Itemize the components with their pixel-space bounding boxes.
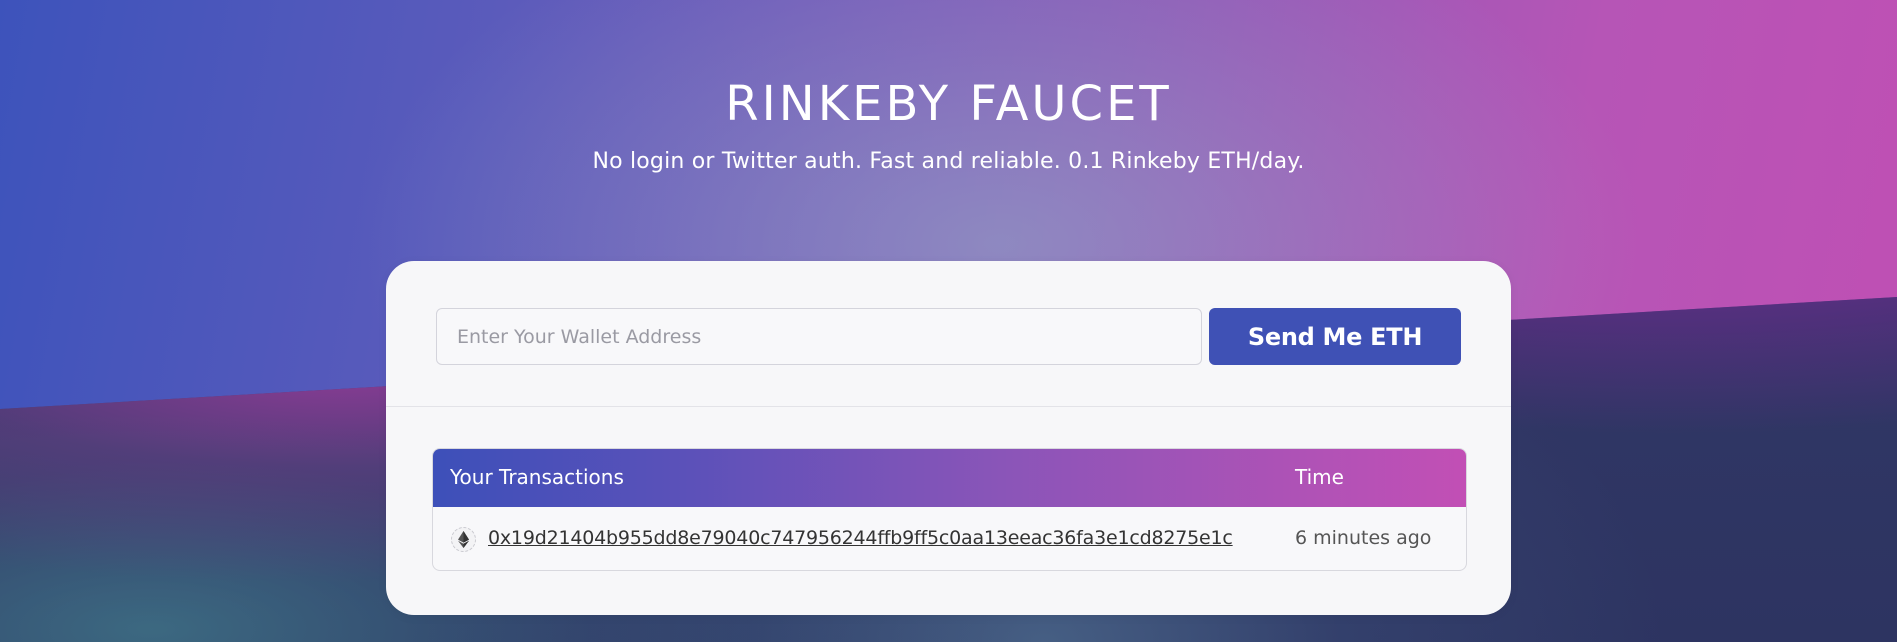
request-form: Send Me ETH [436,308,1461,365]
page: RINKEBY FAUCET No login or Twitter auth.… [0,0,1897,642]
transaction-time: 6 minutes ago [1295,527,1432,549]
column-header-time: Time [1295,465,1344,489]
transactions-table-header: Your Transactions Time [433,449,1466,507]
card-divider [386,406,1511,407]
column-header-transactions: Your Transactions [450,465,624,489]
faucet-card: Send Me ETH Your Transactions Time 0x19d… [386,261,1511,615]
page-subtitle: No login or Twitter auth. Fast and relia… [592,149,1305,174]
page-title: RINKEBY FAUCET [725,76,1172,132]
table-row: 0x19d21404b955dd8e79040c747956244ffb9ff5… [433,507,1466,570]
transaction-hash-link[interactable]: 0x19d21404b955dd8e79040c747956244ffb9ff5… [488,527,1233,549]
ethereum-icon [451,527,476,552]
wallet-address-input[interactable] [436,308,1202,365]
send-eth-button[interactable]: Send Me ETH [1209,308,1461,365]
transactions-table: Your Transactions Time 0x19d21404b955dd8… [432,448,1467,571]
page-header: RINKEBY FAUCET No login or Twitter auth.… [0,72,1897,176]
